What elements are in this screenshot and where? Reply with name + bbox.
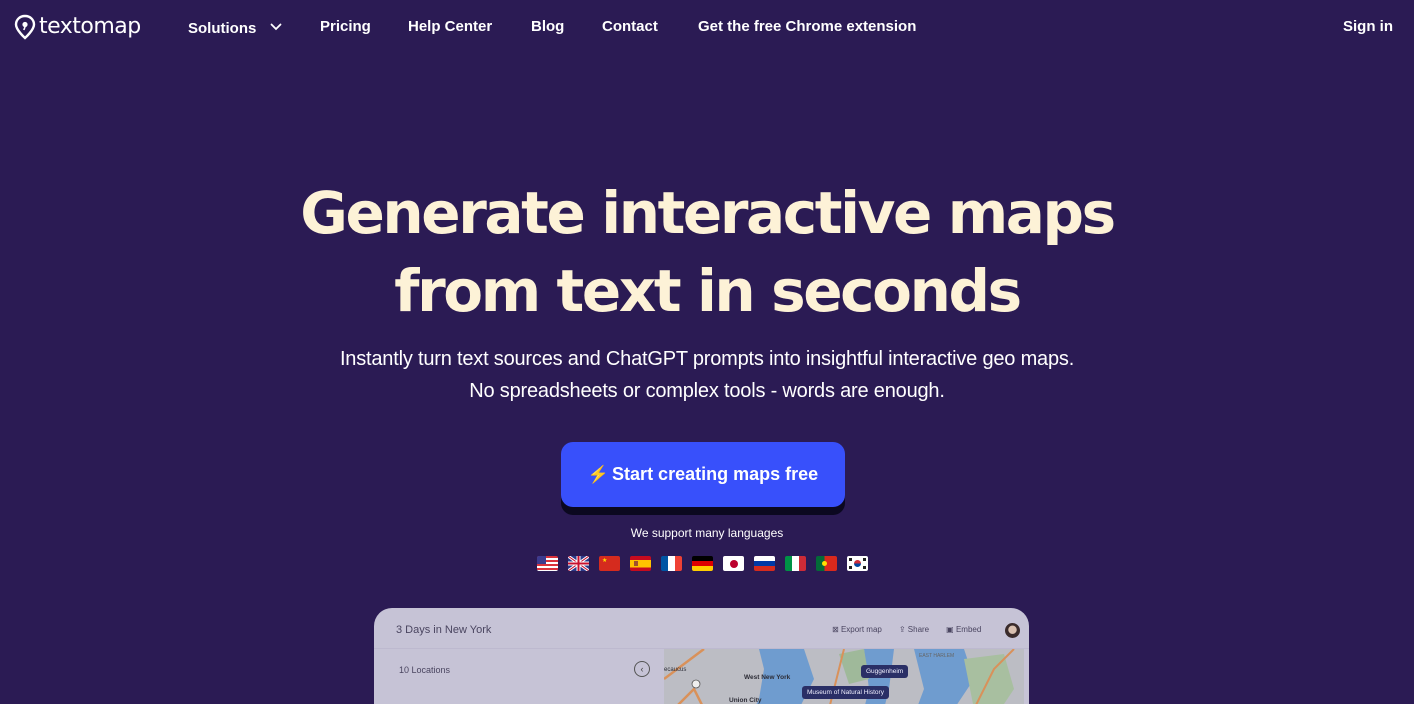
chevron-left-icon: ‹ xyxy=(640,664,644,674)
top-nav: textomap Solutions Pricing Help Center B… xyxy=(0,0,1414,55)
start-creating-maps-button[interactable]: ⚡ Start creating maps free xyxy=(561,442,845,507)
logo[interactable]: textomap xyxy=(14,14,141,40)
share-button[interactable]: ⇪ Share xyxy=(899,625,929,634)
hero-subtitle-line-2: No spreadsheets or complex tools - words… xyxy=(469,380,945,402)
embed-label: Embed xyxy=(955,625,982,634)
flag-ru-icon xyxy=(754,556,775,571)
preview-actions: ⊠ Export map ⇪ Share ▣ Embed xyxy=(832,625,981,634)
flag-jp-icon xyxy=(723,556,744,571)
hero-title-line-1: Generate interactive maps xyxy=(300,179,1116,247)
flag-kr-icon xyxy=(847,556,868,571)
language-flags: ★ xyxy=(537,556,868,571)
cta-container: ⚡ Start creating maps free xyxy=(561,442,845,515)
nav-item-pricing[interactable]: Pricing xyxy=(320,17,371,37)
app-preview-card: 3 Days in New York ⊠ Export map ⇪ Share … xyxy=(374,608,1029,704)
flag-es-icon xyxy=(630,556,651,571)
flag-de-icon xyxy=(692,556,713,571)
chevron-down-icon xyxy=(270,17,282,37)
flag-fr-icon xyxy=(661,556,682,571)
nav-item-solutions[interactable]: Solutions xyxy=(188,17,282,39)
lightning-icon: ⚡ xyxy=(587,464,610,484)
marker-museum-natural-history[interactable]: Museum of Natural History xyxy=(802,686,889,699)
export-map-label: Export map xyxy=(840,625,882,634)
map-label-east-harlem: EAST HARLEM xyxy=(919,653,955,659)
locations-count: 10 Locations xyxy=(399,665,451,675)
hero-subtitle: Instantly turn text sources and ChatGPT … xyxy=(0,343,1414,407)
collapse-panel-button[interactable]: ‹ xyxy=(634,661,650,677)
flag-pt-icon xyxy=(816,556,837,571)
embed-icon: ▣ xyxy=(946,625,954,634)
nav-item-chrome-extension[interactable]: Get the free Chrome extension xyxy=(698,17,916,37)
languages-label: We support many languages xyxy=(630,526,784,540)
logo-text: textomap xyxy=(39,14,141,39)
map-view[interactable]: ecaucus West New York Union City EAST HA… xyxy=(664,649,1024,704)
marker-guggenheim[interactable]: Guggenheim xyxy=(861,665,909,678)
preview-map-title: 3 Days in New York xyxy=(396,624,492,636)
map-pin-icon xyxy=(14,14,36,40)
flag-it-icon xyxy=(785,556,806,571)
sign-in-link[interactable]: Sign in xyxy=(1343,18,1393,35)
nav-item-label: Solutions xyxy=(188,20,257,37)
export-map-button[interactable]: ⊠ Export map xyxy=(832,625,882,634)
map-label-union-city: Union City xyxy=(729,697,762,704)
share-label: Share xyxy=(907,625,930,634)
hero-title: Generate interactive maps from text in s… xyxy=(0,174,1414,330)
nav-item-help-center[interactable]: Help Center xyxy=(408,17,492,37)
embed-button[interactable]: ▣ Embed xyxy=(946,625,981,634)
flag-us-icon xyxy=(537,556,558,571)
avatar[interactable] xyxy=(1005,623,1020,638)
map-label-secaucus: ecaucus xyxy=(664,667,687,673)
cta-label: Start creating maps free xyxy=(612,464,819,484)
flag-cn-icon: ★ xyxy=(599,556,620,571)
nav-item-contact[interactable]: Contact xyxy=(602,17,658,37)
hero-subtitle-line-1: Instantly turn text sources and ChatGPT … xyxy=(339,348,1075,370)
hero-title-line-2: from text in seconds xyxy=(394,257,1022,325)
share-icon: ⇪ xyxy=(898,625,906,634)
map-label-west-new-york: West New York xyxy=(744,674,791,681)
nav-item-blog[interactable]: Blog xyxy=(531,17,564,37)
flag-gb-icon xyxy=(568,556,589,571)
export-icon: ⊠ xyxy=(832,625,839,634)
